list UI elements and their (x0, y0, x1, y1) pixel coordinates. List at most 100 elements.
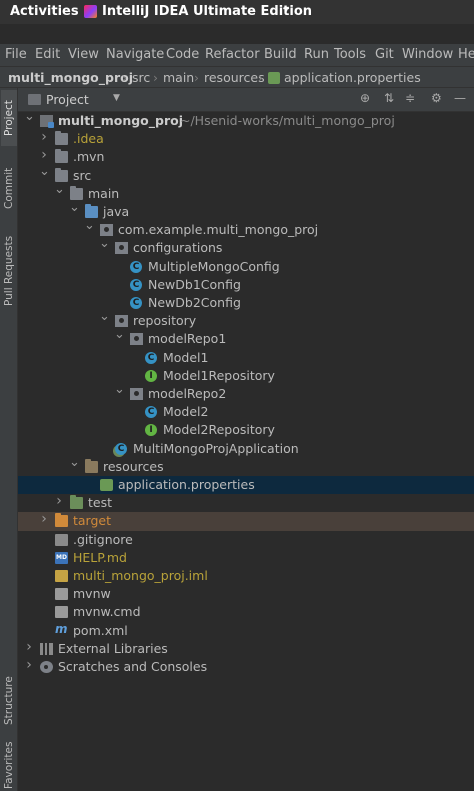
tree-row[interactable]: ⌄ modelRepo1 (18, 327, 474, 348)
tree-item-path-hint: ~/Hsenid-works/multi_mongo_proj (180, 113, 395, 128)
menu-refactor[interactable]: Refactor (205, 47, 260, 62)
tree-row[interactable]: › .idea (18, 129, 474, 148)
package-icon (100, 224, 113, 237)
tree-item-label: main (88, 185, 120, 201)
tree-item-label: multi_mongo_proj.iml (73, 568, 208, 583)
chevron-right-icon[interactable]: › (24, 639, 34, 655)
tree-row[interactable]: › test (18, 493, 474, 512)
tree-item-label: application.properties (118, 477, 255, 492)
breadcrumb-separator-icon: › (153, 70, 158, 85)
tab-commit[interactable]: Commit (1, 160, 17, 216)
tab-structure[interactable]: Structure (1, 668, 17, 734)
breadcrumb-application-properties[interactable]: application.properties (284, 70, 421, 85)
tree-row[interactable]: C NewDb2Config (18, 294, 474, 312)
menu-build[interactable]: Build (264, 47, 297, 62)
breadcrumb-project[interactable]: multi_mongo_proj (8, 70, 133, 85)
chevron-right-icon[interactable]: › (24, 657, 34, 673)
gear-icon[interactable]: ⚙ (431, 91, 442, 105)
tree-item-label: NewDb1Config (148, 276, 241, 292)
spring-class-icon: C (115, 442, 127, 455)
tree-row[interactable]: multi_mongo_proj.iml (18, 567, 474, 585)
tree-row[interactable]: ⌄ resources (18, 455, 474, 476)
tree-row[interactable]: ⌄ modelRepo2 (18, 382, 474, 403)
breadcrumb-main[interactable]: main (163, 70, 194, 85)
hide-panel-icon[interactable]: — (454, 91, 466, 105)
tree-row[interactable]: C Model2 (18, 403, 474, 421)
tree-row[interactable]: ⌄ src (18, 164, 474, 185)
expand-all-icon[interactable]: ⇅ (384, 91, 394, 105)
tree-row[interactable]: mvnw (18, 585, 474, 603)
tree-row[interactable]: application.properties (18, 476, 474, 495)
chevron-right-icon[interactable]: › (39, 147, 49, 163)
tree-row[interactable]: C NewDb1Config (18, 276, 474, 294)
chevron-right-icon[interactable]: › (39, 511, 49, 527)
gitignore-file-icon (55, 533, 68, 546)
activities-button[interactable]: Activities (10, 4, 79, 19)
chevron-down-icon[interactable]: ⌄ (69, 455, 80, 470)
chevron-down-icon[interactable]: ⌄ (84, 218, 95, 233)
tree-row[interactable]: › .mvn (18, 147, 474, 166)
chevron-down-icon[interactable]: ⌄ (24, 109, 35, 124)
tree-row[interactable]: ⌄ configurations (18, 236, 474, 257)
chevron-down-icon[interactable]: ⌄ (114, 382, 125, 397)
chevron-down-icon[interactable]: ⌄ (54, 182, 65, 197)
tree-row[interactable]: I Model2Repository (18, 421, 474, 439)
menu-file[interactable]: File (5, 47, 27, 62)
source-folder-icon (85, 204, 98, 218)
app-title[interactable]: IntelliJ IDEA Ultimate Edition (102, 4, 312, 19)
tab-favorites[interactable]: Favorites (1, 740, 17, 791)
menu-window[interactable]: Window (402, 47, 453, 62)
tree-row[interactable]: I Model1Repository (18, 367, 474, 385)
chevron-down-icon[interactable]: ⌄ (69, 200, 80, 215)
tree-row[interactable]: › Scratches and Consoles (18, 657, 474, 676)
menu-code[interactable]: Code (166, 47, 199, 62)
tree-row[interactable]: .gitignore (18, 531, 474, 549)
tree-row[interactable]: m pom.xml (18, 622, 474, 640)
menu-view[interactable]: View (68, 47, 99, 62)
menu-tools[interactable]: Tools (334, 47, 366, 62)
chevron-right-icon[interactable]: › (54, 493, 64, 509)
tree-item-label: Model1 (163, 349, 209, 365)
menu-run[interactable]: Run (304, 47, 329, 62)
tree-row[interactable]: C MultipleMongoConfig (18, 258, 474, 276)
menu-edit[interactable]: Edit (35, 47, 60, 62)
locate-icon[interactable]: ⊕ (360, 91, 370, 105)
tree-row[interactable]: ⌄ com.example.multi_mongo_proj (18, 218, 474, 239)
tree-item-label: mvnw.cmd (73, 604, 141, 620)
folder-icon (55, 149, 68, 164)
tree-row[interactable]: ⌄ repository (18, 309, 474, 330)
menu-help[interactable]: He (458, 47, 474, 62)
project-view-selector[interactable]: Project (46, 92, 89, 107)
tree-item-label: pom.xml (73, 622, 128, 638)
chevron-down-icon[interactable]: ⌄ (99, 309, 110, 324)
tree-row[interactable]: › target (18, 511, 474, 531)
tree-item-label: .idea (73, 131, 104, 147)
menu-navigate[interactable]: Navigate (106, 47, 164, 62)
class-icon: C (130, 297, 142, 309)
tab-project[interactable]: Project (1, 90, 17, 146)
chevron-down-icon[interactable]: ⌄ (114, 327, 125, 342)
chevron-down-icon[interactable]: ▼ (113, 93, 120, 103)
chevron-right-icon[interactable]: › (39, 129, 49, 145)
breadcrumb-src[interactable]: src (132, 70, 150, 85)
breadcrumb-resources[interactable]: resources (204, 70, 265, 85)
project-view-icon (28, 94, 41, 105)
app-menu-caret-icon[interactable]: ▾ (284, 4, 289, 15)
tree-row[interactable]: ⌄ multi_mongo_proj ~/Hsenid-works/multi_mo… (18, 109, 474, 130)
tree-item-label: com.example.multi_mongo_proj (118, 222, 319, 238)
tree-row[interactable]: C Model1 (18, 349, 474, 367)
tree-row[interactable]: ⌄ main (18, 182, 474, 203)
tree-item-label: HELP.md (73, 549, 127, 565)
menu-git[interactable]: Git (375, 47, 394, 62)
excluded-folder-icon (55, 513, 68, 528)
breadcrumb-separator-icon: › (194, 70, 199, 85)
menu-bar: File Edit View Navigate Code Refactor Bu… (0, 44, 474, 66)
chevron-down-icon[interactable]: ⌄ (39, 164, 50, 179)
collapse-all-icon[interactable]: ≑ (405, 91, 415, 105)
chevron-down-icon[interactable]: ⌄ (99, 236, 110, 251)
tree-row[interactable]: mvnw.cmd (18, 603, 474, 621)
tree-row[interactable]: › External Libraries (18, 639, 474, 658)
tree-row[interactable]: C MultiMongoProjApplication (18, 440, 474, 458)
tree-row[interactable]: MD HELP.md (18, 549, 474, 567)
tab-pull-requests[interactable]: Pull Requests (1, 228, 17, 314)
